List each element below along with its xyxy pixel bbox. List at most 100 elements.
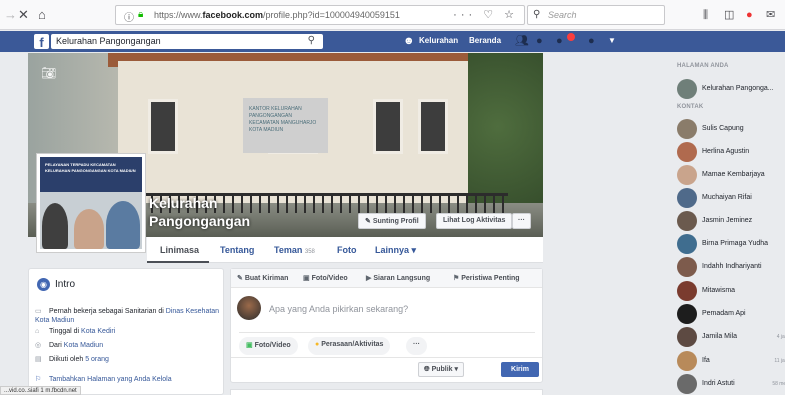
post-input[interactable]: Apa yang Anda pikirkan sekarang? [269,304,408,314]
live-icon: ▶ [366,275,372,282]
globe-icon: ◉ [37,278,50,291]
intro-work: ▭ Pernah bekerja sebagai Sanitarian di Di… [35,308,220,324]
close-icon[interactable]: ✕ [18,7,29,23]
avatar [677,79,697,99]
followers-icon: ▤ [35,356,42,363]
facebook-search-input[interactable]: Kelurahan Pangongangan ⚲ [51,34,323,49]
intro-title: ◉ Intro [37,278,75,291]
browser-search-input[interactable]: ⚲ Search [527,5,665,25]
contact-item[interactable]: Sulis Capung [677,119,785,139]
briefcase-icon: ▭ [35,308,42,315]
contact-item[interactable]: Pemadam Api [677,304,785,324]
life-event-tab[interactable]: ⚑ Peristiwa Penting [453,274,520,282]
facebook-header: f Kelurahan Pangongangan ⚲ ☻ Kelurahan B… [0,31,785,52]
tab-friends[interactable]: Teman 358 [274,245,315,255]
tab-about[interactable]: Tentang [220,245,254,255]
photo-video-tab[interactable]: ▣ Foto/Video [303,274,348,282]
pencil-icon: ✎ [237,275,243,282]
avatar [677,374,697,394]
tab-photos[interactable]: Foto [337,245,357,255]
intro-from: ◎ Dari Kota Madiun [35,342,104,349]
home-icon[interactable]: ⌂ [38,7,46,23]
contact-name: Mamae Kembarjaya [702,171,765,178]
avatar [677,119,697,139]
contact-item[interactable]: Jamila Mila 4 jam [677,327,785,347]
last-active-time: 4 jam [776,334,785,340]
photo-video-chip[interactable]: ▣ Foto/Video [239,337,298,355]
facebook-logo[interactable]: f [34,34,49,50]
info-icon[interactable]: ⓘ [124,9,134,24]
sidebar-icon[interactable]: ◫ [724,7,734,23]
flag-icon: ⚐ [35,376,42,383]
avatar [677,327,697,347]
browser-toolbar: → ✕ ⌂ ⓘ 🔒︎ https://www.facebook.com/prof… [0,0,785,30]
feeling-activity-chip[interactable]: ● Perasaan/Aktivitas [308,337,391,355]
account-menu-icon[interactable]: ▼ [608,34,616,48]
tab-timeline[interactable]: Linimasa [160,245,199,255]
last-active-time: 11 jam [774,358,785,364]
more-options-button[interactable]: ··· [512,213,531,229]
profile-link[interactable]: Kelurahan [419,36,458,45]
contact-name: Mitawisma [702,287,736,294]
search-icon[interactable]: ⚲ [308,35,315,46]
contact-item[interactable]: Herlina Agustin [677,142,785,162]
page-actions[interactable]: ··· ♡ ☆ [453,8,518,21]
profile-picture[interactable]: PELAYANAN TERPADU KECAMATAN KELURAHAN PA… [36,153,146,253]
intro-followers: ▤ Diikuti oleh 5 orang [35,356,109,363]
contact-item[interactable]: Birna Primaga Yudha [677,234,785,254]
contact-item[interactable]: Mitawisma1 [677,281,785,301]
privacy-selector[interactable]: 🌐︎ Publik ▾ [418,362,465,377]
location-icon: ◎ [35,342,42,349]
library-icon[interactable]: ⫼ [703,7,708,23]
contact-item[interactable]: Muchaiyan Rifai [677,188,785,208]
url-bar[interactable]: ⓘ 🔒︎ https://www.facebook.com/profile.ph… [115,5,525,25]
url-text: https://www.facebook.com/profile.php?id=… [154,10,400,20]
notification-icon[interactable]: ✉ [766,7,775,23]
tab-more[interactable]: Lainnya ▾ [375,245,416,256]
last-active-time: 58 men [772,381,785,387]
contact-item[interactable]: Jasmin Jeminez [677,211,785,231]
your-pages-header: HALAMAN ANDA [677,63,729,69]
camera-icon[interactable]: 📷︎ [41,66,56,80]
help-icon[interactable]: ● [588,34,595,48]
cover-sign: KANTOR KELURAHAN PANGONGANGAN KECAMATAN … [243,98,328,153]
avatar [677,165,697,185]
photo-icon: ▣ [246,342,253,349]
profile-banner-text: PELAYANAN TERPADU KECAMATAN KELURAHAN PA… [45,162,136,173]
notification-badge [567,33,575,41]
avatar [677,281,697,301]
contact-name: Jamila Mila [702,333,738,340]
contact-item[interactable]: Indahh Indhariyanti [677,257,785,277]
contact-item[interactable]: Ifa 11 jam [677,351,785,371]
profile-avatar-icon[interactable]: ☻ [403,34,415,48]
extension-icon[interactable]: ● [746,7,753,23]
lock-icon[interactable]: 🔒︎ [138,9,143,20]
contact-name: Birna Primaga Yudha [702,240,769,247]
live-video-tab[interactable]: ▶ Siaran Langsung [366,274,430,282]
avatar [677,351,697,371]
contact-item[interactable]: Indri Astuti 58 men [677,374,785,394]
globe-icon: 🌐︎ [424,366,430,373]
search-icon: ⚲ [533,9,541,20]
post-submit-button[interactable]: Kirim [501,362,539,377]
composer-tabs: ✎ Buat Kiriman ▣ Foto/Video ▶ Siaran Lan… [231,269,542,288]
active-tab-indicator [147,261,209,263]
browser-status-bar: ...vid.co..siafi 1 m.fbcdn.net [0,386,81,395]
create-post-tab[interactable]: ✎ Buat Kiriman [237,274,288,282]
forward-icon[interactable]: → [4,7,17,23]
edit-profile-button[interactable]: ✎ Sunting Profil [358,213,426,229]
next-post-card [230,389,543,395]
contact-name: Jasmin Jeminez [702,217,753,224]
activity-log-button[interactable]: Lihat Log Aktivitas [436,213,513,229]
contact-name: Indri Astuti [702,380,735,387]
more-options-chip[interactable]: ··· [406,337,427,355]
messenger-icon[interactable]: ● [536,34,543,48]
page-item[interactable]: Kelurahan Pangonga... [677,79,785,99]
friend-requests-icon[interactable]: 👥︎ [515,34,529,48]
add-pages-link[interactable]: ⚐ Tambahkan Halaman yang Anda Kelola [35,375,221,384]
home-link[interactable]: Beranda [469,36,501,45]
notifications-icon[interactable]: ● [556,34,563,48]
contact-item[interactable]: Mamae Kembarjaya [677,165,785,185]
avatar [237,296,261,320]
contact-name: Sulis Capung [702,125,744,132]
